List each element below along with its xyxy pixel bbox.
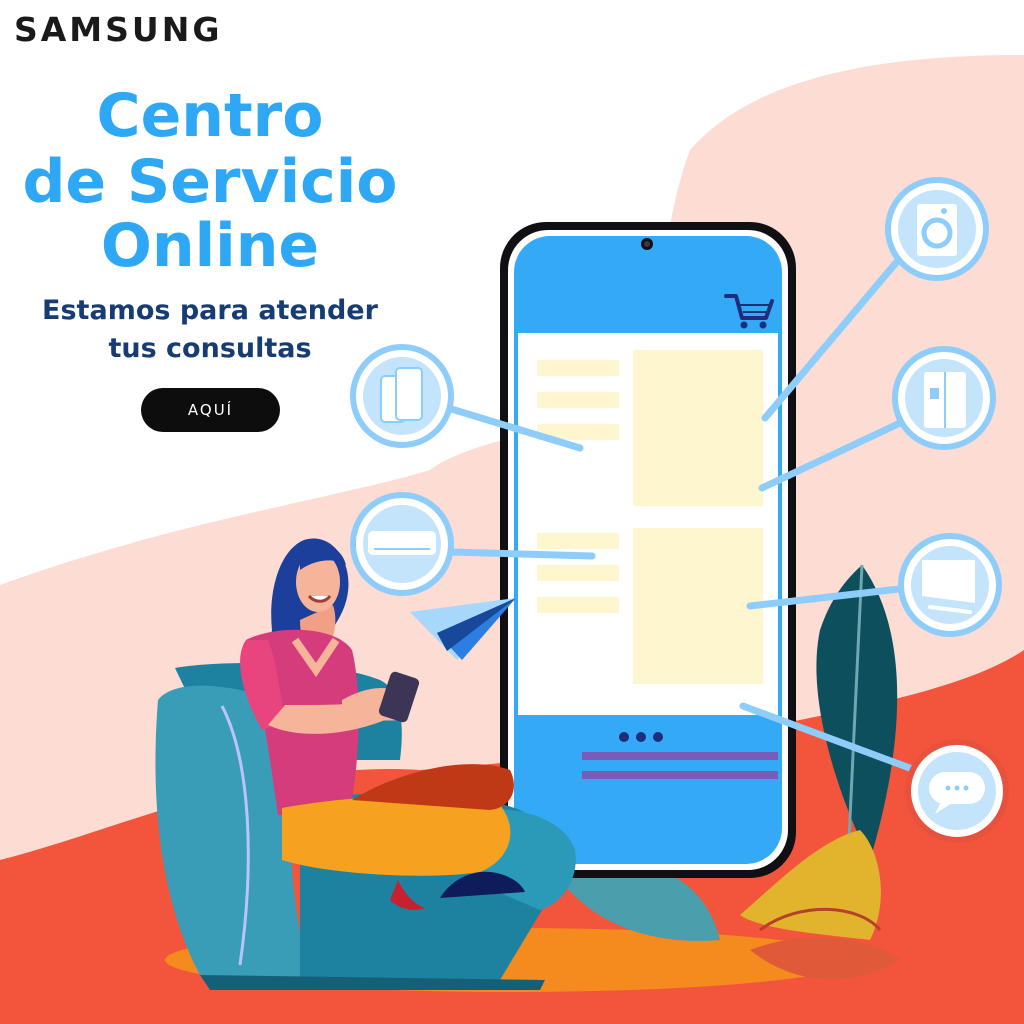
chat-icon[interactable] [905, 739, 1009, 843]
phone-mockup [500, 222, 796, 878]
refrigerator-icon[interactable] [892, 346, 996, 450]
subheadline-line-2: tus consultas [108, 333, 312, 364]
headline-line-3: Online [100, 211, 320, 281]
ad-banner: SAMSUNG Centro de Servicio Online Estamo… [0, 0, 1024, 1024]
headline-line-1: Centro [96, 81, 324, 151]
monitor-icon[interactable] [898, 533, 1002, 637]
samsung-logo: SAMSUNG [14, 10, 223, 49]
washing-machine-icon[interactable] [885, 177, 989, 281]
air-conditioner-icon[interactable] [350, 492, 454, 596]
aqui-button[interactable]: AQUÍ [141, 388, 280, 432]
headline-line-2: de Servicio [22, 147, 398, 217]
subheadline-line-1: Estamos para atender [42, 295, 378, 326]
